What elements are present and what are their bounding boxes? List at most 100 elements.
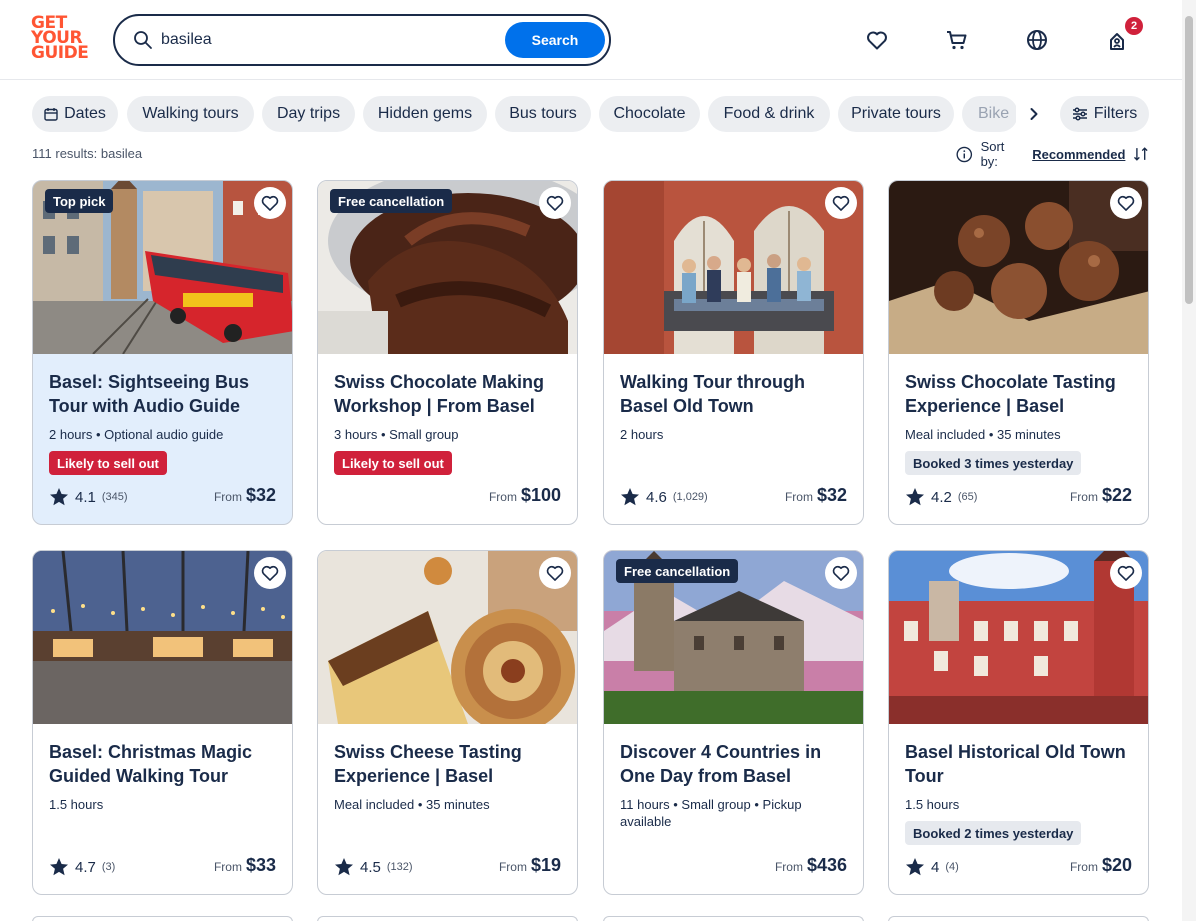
activity-card[interactable]: Free cancellation Swiss Chocolate Making… — [317, 180, 578, 525]
review-count: (4) — [945, 861, 959, 873]
activity-image-christmas-tour[interactable] — [33, 551, 292, 724]
star-icon — [335, 858, 353, 876]
chip-label: Private tours — [851, 105, 941, 122]
scrollbar-thumb[interactable] — [1185, 16, 1193, 304]
activity-card[interactable]: Free cancellation Discover 4 Countries i… — [603, 550, 864, 895]
chip-label: Day trips — [276, 105, 341, 122]
filters-button[interactable]: Filters — [1060, 96, 1149, 132]
language-button[interactable] — [1021, 24, 1053, 56]
chip-dates[interactable]: Dates — [32, 96, 118, 132]
rating-value: 4.1 — [75, 488, 96, 506]
activity-title[interactable]: Discover 4 Countries in One Day from Bas… — [620, 740, 850, 788]
activity-title[interactable]: Swiss Chocolate Tasting Experience | Bas… — [905, 370, 1135, 418]
activity-card[interactable]: Walking Tour through Basel Old Town 2 ho… — [603, 180, 864, 525]
activity-card[interactable]: Top pick Basel: Sightseeing Bus Tour wit… — [32, 180, 293, 525]
activity-meta: 11 hours • Small group • Pickup availabl… — [620, 797, 802, 829]
chip-label: Bike — [978, 105, 1010, 122]
activity-image-cheese-tasting[interactable] — [318, 551, 577, 733]
price-amount: $22 — [1101, 485, 1132, 505]
sort-control[interactable]: Sort by: Recommended — [956, 139, 1149, 169]
activity-meta: Meal included • 35 minutes — [905, 427, 1061, 442]
search-icon — [134, 31, 152, 49]
heart-icon — [1117, 195, 1135, 211]
chip-label: Chocolate — [613, 105, 686, 122]
price-from-label: From — [488, 490, 517, 504]
chips-next-button[interactable] — [1016, 96, 1052, 132]
rating-value: 4.7 — [75, 858, 96, 876]
likely-to-sell-out-badge: Likely to sell out — [49, 451, 167, 475]
activity-price: From $436 — [775, 855, 847, 879]
free-cancellation-tag: Free cancellation — [330, 189, 453, 213]
sort-arrows-icon — [1134, 147, 1149, 161]
activity-card[interactable]: Swiss Chocolate Tasting Experience | Bas… — [888, 180, 1149, 525]
wishlist-heart-button[interactable] — [539, 187, 571, 219]
price-amount: $100 — [520, 485, 561, 505]
star-icon — [50, 488, 68, 506]
next-card-edge — [317, 916, 578, 921]
sort-value[interactable]: Recommended — [1032, 147, 1125, 162]
activity-price: From $100 — [489, 485, 561, 509]
price-from-label: From — [1069, 860, 1098, 874]
rating-value: 4.5 — [360, 858, 381, 876]
activity-rating: 4.5 (132) — [334, 855, 413, 879]
wishlist-heart-button[interactable] — [254, 187, 286, 219]
search-button[interactable]: Search — [505, 22, 605, 58]
site-header: GET YOUR GUIDE Search 2 — [0, 0, 1182, 80]
booked-yesterday-badge: Booked 2 times yesterday — [905, 821, 1082, 845]
wishlist-button[interactable] — [861, 24, 893, 56]
wishlist-heart-button[interactable] — [825, 187, 857, 219]
wishlist-heart-button[interactable] — [825, 557, 857, 589]
next-card-edge — [888, 916, 1149, 921]
page-scrollbar[interactable] — [1182, 0, 1196, 921]
activity-card[interactable]: Swiss Cheese Tasting Experience | Basel … — [317, 550, 578, 895]
info-icon[interactable] — [956, 146, 973, 163]
chip-chocolate[interactable]: Chocolate — [599, 96, 700, 132]
chip-label: Dates — [64, 105, 106, 122]
wishlist-heart-button[interactable] — [254, 557, 286, 589]
search-input[interactable] — [161, 26, 501, 54]
activity-card[interactable]: Basel: Christmas Magic Guided Walking To… — [32, 550, 293, 895]
activity-image-walking-tour[interactable] — [604, 181, 863, 354]
wishlist-heart-button[interactable] — [1110, 557, 1142, 589]
star-icon — [906, 858, 924, 876]
heart-icon — [867, 31, 887, 50]
next-card-edge — [603, 916, 864, 921]
heart-icon — [1117, 565, 1135, 581]
wishlist-heart-button[interactable] — [539, 557, 571, 589]
chip-private-tours[interactable]: Private tours — [838, 96, 954, 132]
price-from-label: From — [213, 490, 242, 504]
heart-icon — [261, 195, 279, 211]
activity-title[interactable]: Swiss Cheese Tasting Experience | Basel — [334, 740, 564, 788]
globe-icon — [1027, 30, 1047, 50]
wishlist-heart-button[interactable] — [1110, 187, 1142, 219]
activity-rating: 4 (4) — [905, 855, 959, 879]
cart-button[interactable] — [941, 24, 973, 56]
activity-image-historical-tour[interactable] — [889, 551, 1148, 724]
chip-hidden-gems[interactable]: Hidden gems — [363, 96, 487, 132]
chip-bus-tours[interactable]: Bus tours — [495, 96, 591, 132]
likely-to-sell-out-badge: Likely to sell out — [334, 451, 452, 475]
heart-icon — [261, 565, 279, 581]
chip-food-drink[interactable]: Food & drink — [708, 96, 830, 132]
activity-title[interactable]: Swiss Chocolate Making Workshop | From B… — [334, 370, 564, 418]
chip-label: Hidden gems — [377, 105, 473, 122]
chip-walking-tours[interactable]: Walking tours — [127, 96, 254, 132]
activity-card[interactable]: Basel Historical Old Town Tour 1.5 hours… — [888, 550, 1149, 895]
activity-title[interactable]: Basel: Sightseeing Bus Tour with Audio G… — [49, 370, 279, 418]
activity-title[interactable]: Basel Historical Old Town Tour — [905, 740, 1135, 788]
price-amount: $33 — [245, 855, 276, 875]
activity-meta: 2 hours • Optional audio guide — [49, 427, 224, 442]
rating-value: 4 — [931, 858, 940, 876]
activity-title[interactable]: Walking Tour through Basel Old Town — [620, 370, 850, 418]
chevron-right-icon — [1030, 108, 1038, 120]
chip-bike[interactable]: Bike — [962, 96, 1018, 132]
getyourguide-logo[interactable]: GET YOUR GUIDE — [31, 15, 91, 64]
price-from-label: From — [1069, 490, 1098, 504]
chip-day-trips[interactable]: Day trips — [262, 96, 355, 132]
price-from-label: From — [774, 860, 803, 874]
activity-title[interactable]: Basel: Christmas Magic Guided Walking To… — [49, 740, 279, 788]
star-icon — [906, 488, 924, 506]
price-from-label: From — [784, 490, 813, 504]
review-count: (3) — [101, 861, 116, 873]
activity-image-chocolate-tasting[interactable] — [889, 181, 1148, 354]
